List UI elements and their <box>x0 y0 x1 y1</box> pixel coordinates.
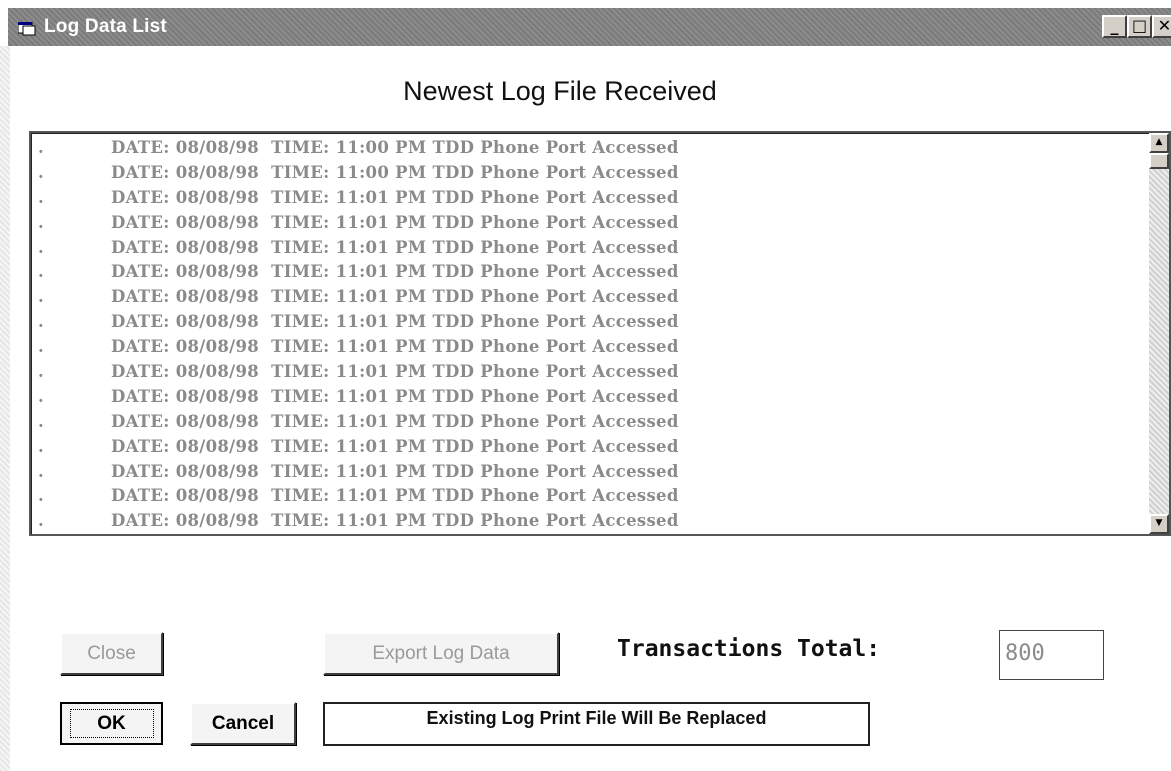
maximize-button[interactable]: □ <box>1127 15 1152 38</box>
list-item[interactable]: . DATE: 08/08/98 TIME: 11:01 PM TDD Phone… <box>31 309 1141 334</box>
transactions-total-field[interactable]: 800 <box>999 630 1104 680</box>
row-marker: . <box>38 137 45 157</box>
row-marker: . <box>38 386 45 406</box>
window-frame-left <box>0 46 10 771</box>
list-item[interactable]: . DATE: 08/08/98 TIME: 11:01 PM TDD Phone… <box>31 259 1141 284</box>
row-marker: . <box>38 212 45 232</box>
vertical-scrollbar[interactable]: ▲ ▼ <box>1149 133 1169 534</box>
list-item[interactable]: . DATE: 08/08/98 TIME: 11:01 PM TDD Phone… <box>31 434 1141 459</box>
row-text: DATE: 08/08/98 TIME: 11:01 PM TDD Phone … <box>111 337 679 357</box>
list-item[interactable]: . DATE: 08/08/98 TIME: 11:01 PM TDD Phone… <box>31 334 1141 359</box>
row-text: DATE: 08/08/98 TIME: 11:01 PM TDD Phone … <box>111 411 679 431</box>
status-message: Existing Log Print File Will Be Replaced <box>323 702 870 746</box>
list-item[interactable]: . DATE: 08/08/98 TIME: 11:00 PM TDD Phone… <box>31 160 1141 185</box>
cancel-button[interactable]: Cancel <box>190 702 296 745</box>
ok-button[interactable]: OK <box>60 702 163 745</box>
list-item[interactable]: . DATE: 08/08/98 TIME: 11:01 PM TDD Phone… <box>31 483 1141 508</box>
row-text: DATE: 08/08/98 TIME: 11:00 PM TDD Phone … <box>111 162 679 182</box>
log-data-list-window: Log Data List _ □ ✕ Newest Log File Rece… <box>0 0 1171 771</box>
page-title: Newest Log File Received <box>403 76 717 106</box>
row-marker: . <box>38 337 45 357</box>
row-text: DATE: 08/08/98 TIME: 11:01 PM TDD Phone … <box>111 287 679 307</box>
row-text: DATE: 08/08/98 TIME: 11:01 PM TDD Phone … <box>111 212 679 232</box>
transactions-total-label: Transactions Total: <box>617 636 881 662</box>
row-marker: . <box>38 461 45 481</box>
row-text: DATE: 08/08/98 TIME: 11:01 PM TDD Phone … <box>111 461 679 481</box>
row-marker: . <box>38 187 45 207</box>
export-log-data-button[interactable]: Export Log Data <box>323 632 559 675</box>
close-button[interactable]: Close <box>60 632 163 675</box>
row-text: DATE: 08/08/98 TIME: 11:00 PM TDD Phone … <box>111 137 679 157</box>
row-text: DATE: 08/08/98 TIME: 11:01 PM TDD Phone … <box>111 386 679 406</box>
list-item[interactable]: . DATE: 08/08/98 TIME: 11:00 PM TDD Phone… <box>31 135 1141 160</box>
scroll-thumb[interactable] <box>1149 153 1169 169</box>
row-text: DATE: 08/08/98 TIME: 11:01 PM TDD Phone … <box>111 262 679 282</box>
list-item[interactable]: . DATE: 08/08/98 TIME: 11:01 PM TDD Phone… <box>31 235 1141 260</box>
close-window-button[interactable]: ✕ <box>1152 15 1171 38</box>
list-item[interactable]: . DATE: 08/08/98 TIME: 11:01 PM TDD Phone… <box>31 284 1141 309</box>
minimize-button[interactable]: _ <box>1102 15 1127 38</box>
row-text: DATE: 08/08/98 TIME: 11:01 PM TDD Phone … <box>111 436 679 456</box>
row-marker: . <box>38 486 45 506</box>
row-text: DATE: 08/08/98 TIME: 11:01 PM TDD Phone … <box>111 361 679 381</box>
window-title: Log Data List <box>44 16 167 37</box>
row-marker: . <box>38 361 45 381</box>
row-text: DATE: 08/08/98 TIME: 11:01 PM TDD Phone … <box>111 187 679 207</box>
list-item[interactable]: . DATE: 08/08/98 TIME: 11:01 PM TDD Phone… <box>31 409 1141 434</box>
title-bar[interactable]: Log Data List _ □ ✕ <box>8 8 1171 46</box>
row-text: DATE: 08/08/98 TIME: 11:01 PM TDD Phone … <box>111 237 679 257</box>
row-marker: . <box>38 162 45 182</box>
row-marker: . <box>38 411 45 431</box>
row-marker: . <box>38 287 45 307</box>
list-item[interactable]: . DATE: 08/08/98 TIME: 11:01 PM TDD Phone… <box>31 185 1141 210</box>
list-item[interactable]: . DATE: 08/08/98 TIME: 11:01 PM TDD Phone… <box>31 359 1141 384</box>
log-list-box[interactable]: . DATE: 08/08/98 TIME: 11:00 PM TDD Phone… <box>29 131 1171 536</box>
list-item[interactable]: . DATE: 08/08/98 TIME: 11:01 PM TDD Phone… <box>31 508 1141 533</box>
ok-button-label: OK <box>69 709 154 738</box>
row-marker: . <box>38 511 45 531</box>
window-app-icon <box>17 20 36 36</box>
row-marker: . <box>38 312 45 332</box>
list-item[interactable]: . DATE: 08/08/98 TIME: 11:01 PM TDD Phone… <box>31 210 1141 235</box>
row-text: DATE: 08/08/98 TIME: 11:01 PM TDD Phone … <box>111 312 679 332</box>
row-marker: . <box>38 436 45 456</box>
log-rows: . DATE: 08/08/98 TIME: 11:00 PM TDD Phone… <box>31 135 1141 533</box>
scroll-down-arrow-icon[interactable]: ▼ <box>1149 514 1169 534</box>
row-marker: . <box>38 237 45 257</box>
list-item[interactable]: . DATE: 08/08/98 TIME: 11:01 PM TDD Phone… <box>31 384 1141 409</box>
row-text: DATE: 08/08/98 TIME: 11:01 PM TDD Phone … <box>111 511 679 531</box>
row-marker: . <box>38 262 45 282</box>
row-text: DATE: 08/08/98 TIME: 11:01 PM TDD Phone … <box>111 486 679 506</box>
list-item[interactable]: . DATE: 08/08/98 TIME: 11:01 PM TDD Phone… <box>31 459 1141 484</box>
scroll-up-arrow-icon[interactable]: ▲ <box>1149 133 1169 153</box>
